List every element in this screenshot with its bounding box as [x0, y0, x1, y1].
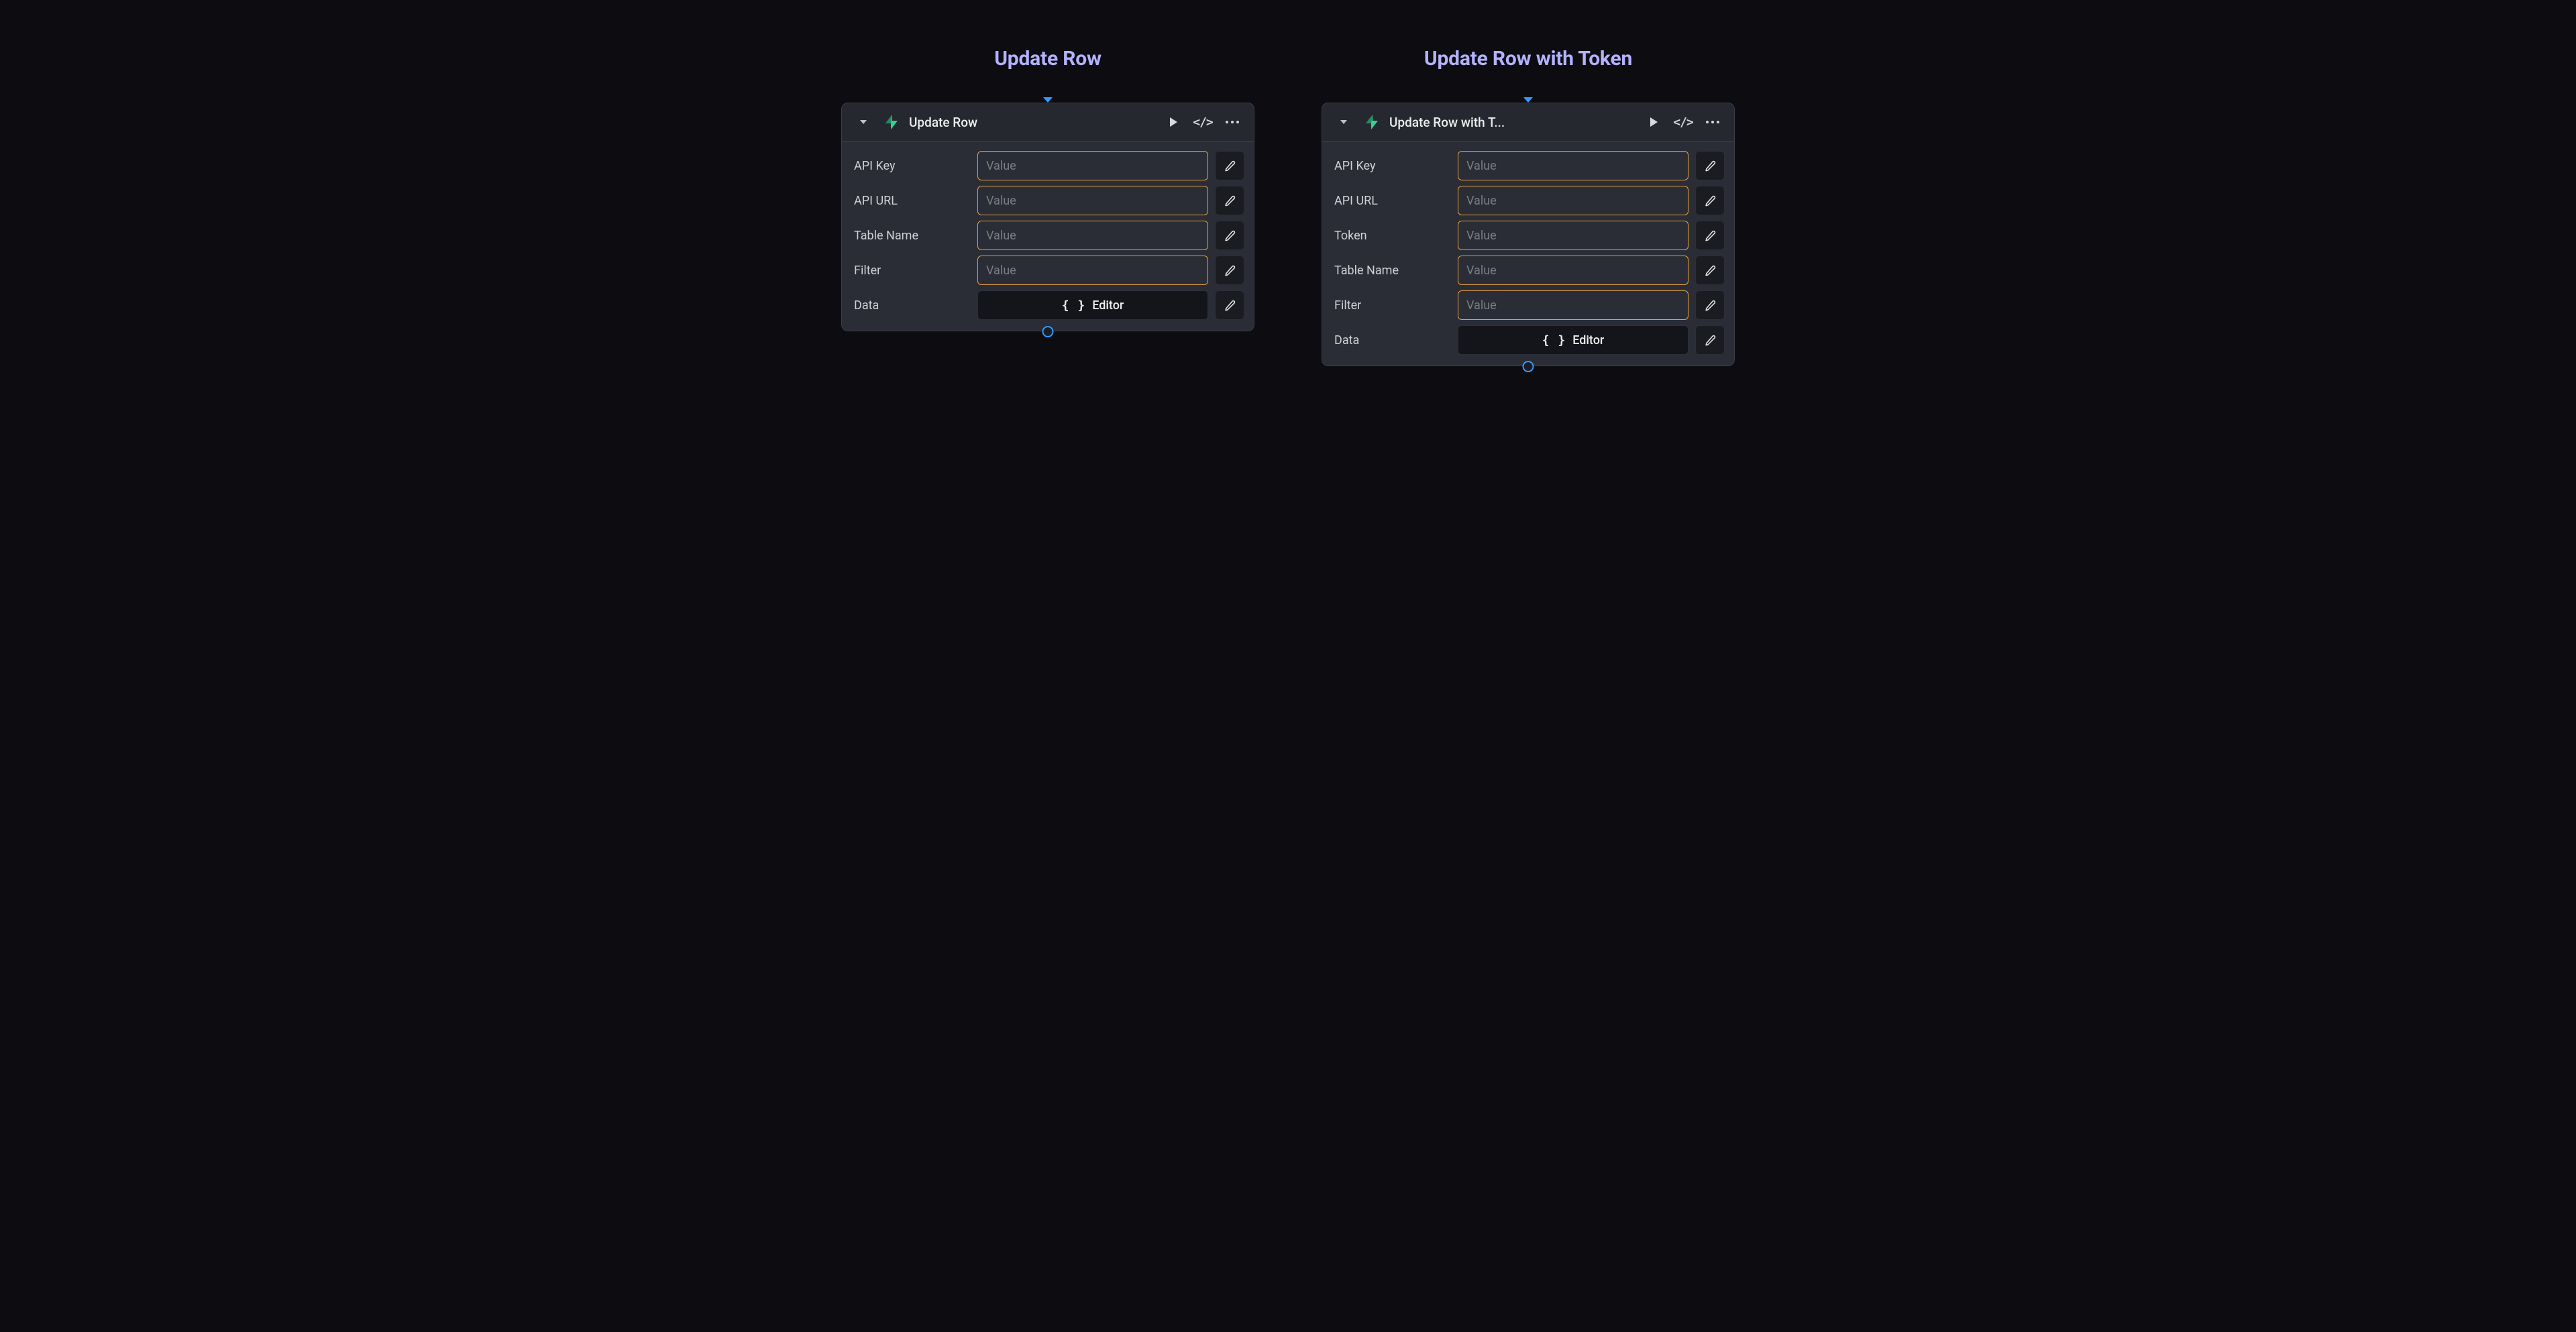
node-output-port-icon[interactable]: [1042, 326, 1054, 337]
pencil-icon: [1224, 300, 1236, 311]
data-editor-button[interactable]: { } Editor: [977, 290, 1208, 320]
filter-input[interactable]: Value: [1458, 290, 1688, 320]
collapse-toggle[interactable]: [1333, 111, 1354, 133]
edit-button[interactable]: [1695, 325, 1725, 355]
more-button[interactable]: [1222, 111, 1243, 133]
play-icon: [1650, 117, 1658, 127]
edit-button[interactable]: [1215, 256, 1244, 285]
braces-icon: { }: [1542, 333, 1566, 347]
field-row: API Key Value: [851, 151, 1244, 180]
field-row: API URL Value: [851, 186, 1244, 215]
token-input[interactable]: Value: [1458, 221, 1688, 250]
node-card: Update Row </> API Key Value API URL Val…: [841, 103, 1254, 331]
field-row: Table Name Value: [1332, 256, 1725, 285]
pencil-icon: [1705, 195, 1716, 207]
field-label: Data: [1332, 333, 1451, 347]
field-row: API URL Value: [1332, 186, 1725, 215]
pencil-icon: [1705, 265, 1716, 276]
table-name-input[interactable]: Value: [977, 221, 1208, 250]
edit-button[interactable]: [1695, 290, 1725, 320]
more-horizontal-icon: [1706, 121, 1719, 123]
edit-button[interactable]: [1215, 151, 1244, 180]
node-title: Update Row with T...: [1389, 115, 1635, 130]
more-button[interactable]: [1702, 111, 1723, 133]
pencil-icon: [1224, 195, 1236, 207]
field-label: Filter: [851, 264, 971, 278]
run-button[interactable]: [1163, 111, 1184, 133]
field-row: Table Name Value: [851, 221, 1244, 250]
field-label: API Key: [1332, 159, 1451, 173]
code-button[interactable]: </>: [1192, 111, 1214, 133]
field-label: API Key: [851, 159, 971, 173]
node-header: Update Row with T... </>: [1322, 103, 1734, 141]
chevron-down-icon: [860, 120, 867, 124]
api-url-input[interactable]: Value: [1458, 186, 1688, 215]
node-input-port-icon[interactable]: [1043, 97, 1053, 103]
panel-heading: Update Row with Token: [1424, 47, 1632, 70]
node-input-port-icon[interactable]: [1523, 97, 1533, 103]
node: Update Row </> API Key Value API URL Val…: [841, 103, 1254, 331]
pencil-icon: [1705, 300, 1716, 311]
panel-update-row-token: Update Row with Token Update Row with T.…: [1322, 47, 1735, 366]
field-row: Data { } Editor: [1332, 325, 1725, 355]
edit-button[interactable]: [1215, 186, 1244, 215]
field-label: API URL: [1332, 194, 1451, 208]
filter-input[interactable]: Value: [977, 256, 1208, 285]
code-icon: </>: [1193, 115, 1213, 129]
pencil-icon: [1224, 230, 1236, 241]
pencil-icon: [1224, 265, 1236, 276]
node-title: Update Row: [909, 115, 1155, 130]
table-name-input[interactable]: Value: [1458, 256, 1688, 285]
pencil-icon: [1705, 335, 1716, 346]
edit-button[interactable]: [1695, 256, 1725, 285]
play-icon: [1170, 117, 1177, 127]
field-row: API Key Value: [1332, 151, 1725, 180]
field-label: Filter: [1332, 298, 1451, 313]
edit-button[interactable]: [1695, 186, 1725, 215]
panel-update-row: Update Row Update Row </>: [841, 47, 1254, 331]
field-label: API URL: [851, 194, 971, 208]
api-key-input[interactable]: Value: [977, 151, 1208, 180]
api-url-input[interactable]: Value: [977, 186, 1208, 215]
data-editor-button[interactable]: { } Editor: [1458, 325, 1688, 355]
editor-button-label: Editor: [1572, 333, 1604, 347]
node-header: Update Row </>: [842, 103, 1254, 141]
edit-button[interactable]: [1695, 151, 1725, 180]
pencil-icon: [1224, 160, 1236, 172]
pencil-icon: [1705, 160, 1716, 172]
field-row: Data { } Editor: [851, 290, 1244, 320]
chevron-down-icon: [1340, 120, 1347, 124]
node-output-port-icon[interactable]: [1523, 361, 1534, 372]
supabase-logo-icon: [882, 113, 901, 131]
edit-button[interactable]: [1215, 221, 1244, 250]
field-label: Table Name: [1332, 264, 1451, 278]
node: Update Row with T... </> API Key Value A…: [1322, 103, 1735, 366]
edit-button[interactable]: [1215, 290, 1244, 320]
field-row: Filter Value: [851, 256, 1244, 285]
pencil-icon: [1705, 230, 1716, 241]
field-row: Token Value: [1332, 221, 1725, 250]
edit-button[interactable]: [1695, 221, 1725, 250]
editor-button-label: Editor: [1092, 298, 1124, 313]
field-label: Data: [851, 298, 971, 313]
field-label: Table Name: [851, 229, 971, 243]
code-button[interactable]: </>: [1672, 111, 1694, 133]
more-horizontal-icon: [1226, 121, 1239, 123]
panel-heading: Update Row: [994, 47, 1102, 70]
api-key-input[interactable]: Value: [1458, 151, 1688, 180]
braces-icon: { }: [1062, 298, 1086, 313]
node-card: Update Row with T... </> API Key Value A…: [1322, 103, 1735, 366]
run-button[interactable]: [1643, 111, 1664, 133]
node-body: API Key Value API URL Value Token Value: [1322, 141, 1734, 366]
field-row: Filter Value: [1332, 290, 1725, 320]
collapse-toggle[interactable]: [853, 111, 874, 133]
code-icon: </>: [1673, 115, 1693, 129]
supabase-logo-icon: [1362, 113, 1381, 131]
field-label: Token: [1332, 229, 1451, 243]
node-body: API Key Value API URL Value Table Name V…: [842, 141, 1254, 331]
